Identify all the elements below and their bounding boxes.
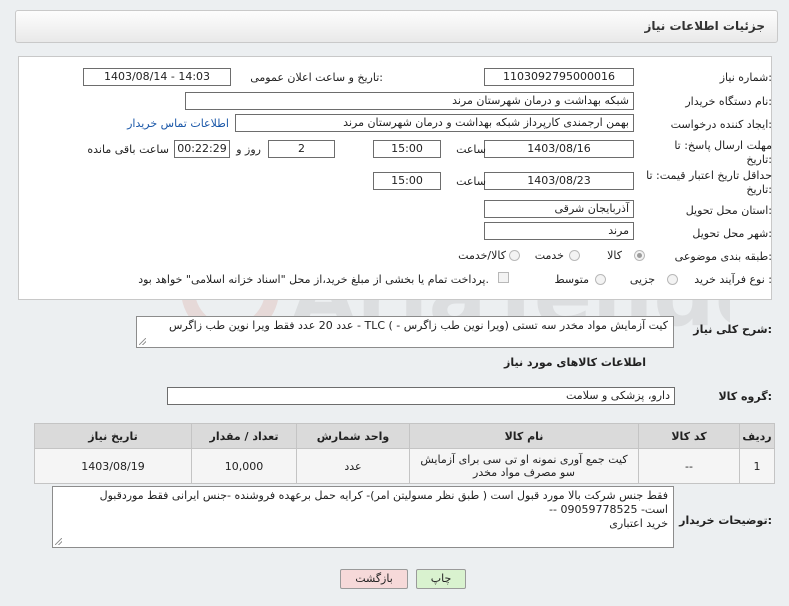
treasury-payment-note: پرداخت تمام یا بخشی از مبلغ خرید،از محل …: [138, 273, 489, 286]
category-radio-goods[interactable]: [634, 250, 645, 261]
cell-row: 1: [739, 448, 775, 484]
deadline-time-field: 15:00: [373, 140, 441, 158]
process-radio-medium[interactable]: [595, 274, 606, 285]
table-row: 1 -- کیت جمع آوری نمونه او تی سی برای آز…: [34, 448, 775, 484]
buyer-notes-textarea[interactable]: فقط جنس شرکت بالا مورد قبول است ( طبق نظ…: [52, 486, 674, 548]
cell-date: 1403/08/19: [34, 448, 192, 484]
requester-label: ایجاد کننده درخواست:: [670, 118, 772, 131]
process-radio-minor[interactable]: [667, 274, 678, 285]
description-text: کیت آزمایش مواد مخدر سه تستی (ویرا نوین …: [168, 319, 668, 332]
back-button[interactable]: بازگشت: [340, 569, 408, 589]
requester-field: بهمن ارجمندی کارپرداز شبکه بهداشت و درما…: [235, 114, 634, 132]
process-label: نوع فرآیند خرید :: [694, 273, 772, 286]
cell-qty: 10,000: [191, 448, 297, 484]
city-field: مرند: [484, 222, 634, 240]
col-code: کد کالا: [638, 423, 740, 449]
goods-section-title: اطلاعات کالاهای مورد نیاز: [504, 356, 646, 369]
goods-group-label: گروه کالا:: [718, 390, 772, 403]
province-field: آذربایجان شرقی: [484, 200, 634, 218]
cell-unit: عدد: [296, 448, 410, 484]
resize-grip-icon[interactable]: [55, 538, 62, 545]
validity-time-label: ساعت: [456, 175, 486, 188]
buyer-notes-line-2: است- 09059778525 --: [549, 503, 668, 516]
deadline-date-field: 1403/08/16: [484, 140, 634, 158]
days-label: روز و: [236, 143, 261, 156]
page-header: جزئیات اطلاعات نیاز: [15, 10, 778, 43]
process-option-minor: جزیی: [629, 273, 655, 286]
need-number-field: 1103092795000016: [484, 68, 634, 86]
buyer-notes-line-3: خرید اعتباری: [609, 517, 668, 530]
print-button[interactable]: چاپ: [416, 569, 466, 589]
process-option-medium: متوسط: [554, 273, 589, 286]
deadline-time-label: ساعت: [456, 143, 486, 156]
buyer-notes-label: توضیحات خریدار:: [679, 514, 772, 527]
city-label: شهر محل تحویل:: [692, 227, 772, 240]
province-label: استان محل تحویل:: [685, 204, 772, 217]
buyer-contact-link[interactable]: اطلاعات تماس خریدار: [127, 117, 229, 130]
cell-name: کیت جمع آوری نمونه او تی سی برای آزمایش …: [409, 448, 639, 484]
col-unit: واحد شمارش: [296, 423, 410, 449]
category-option-service: خدمت: [534, 249, 564, 262]
resize-grip-icon[interactable]: [139, 338, 146, 345]
description-textarea[interactable]: کیت آزمایش مواد مخدر سه تستی (ویرا نوین …: [136, 316, 674, 348]
col-row: ردیف: [739, 423, 775, 449]
col-qty: تعداد / مقدار: [191, 423, 297, 449]
treasury-payment-checkbox[interactable]: [498, 272, 509, 283]
page-title: جزئیات اطلاعات نیاز: [644, 19, 765, 33]
category-radio-service[interactable]: [569, 250, 580, 261]
remaining-time-field: 00:22:29: [174, 140, 230, 158]
category-radio-goods-service[interactable]: [509, 250, 520, 261]
buyer-org-label: نام دستگاه خریدار:: [685, 95, 772, 108]
category-option-goods: کالا: [607, 249, 622, 262]
buyer-notes-line-1: فقط جنس شرکت بالا مورد قبول است ( طبق نظ…: [99, 489, 668, 502]
buyer-org-field: شبکه بهداشت و درمان شهرستان مرند: [185, 92, 634, 110]
col-date: تاریخ نیاز: [34, 423, 192, 449]
announce-field: 1403/08/14 - 14:03: [83, 68, 231, 86]
description-label: شرح کلی نیاز:: [693, 323, 772, 336]
validity-time-field: 15:00: [373, 172, 441, 190]
goods-group-field: دارو، پزشکی و سلامت: [167, 387, 675, 405]
need-number-label: شماره نیاز:: [719, 71, 772, 84]
goods-table-header: ردیف کد کالا نام کالا واحد شمارش تعداد /…: [34, 423, 775, 449]
col-name: نام کالا: [409, 423, 639, 449]
category-label: طبقه بندی موضوعی:: [674, 250, 772, 263]
cell-code: --: [638, 448, 740, 484]
goods-table: ردیف کد کالا نام کالا واحد شمارش تعداد /…: [34, 423, 775, 484]
remaining-label: ساعت باقی مانده: [87, 143, 169, 156]
deadline-label: مهلت ارسال پاسخ: تا تاریخ:: [674, 139, 772, 166]
validity-date-field: 1403/08/23: [484, 172, 634, 190]
validity-label: حداقل تاریخ اعتبار قیمت: تا تاریخ:: [646, 169, 772, 196]
days-field: 2: [268, 140, 335, 158]
category-option-goods-service: کالا/خدمت: [458, 249, 506, 262]
announce-label: تاریخ و ساعت اعلان عمومی:: [250, 71, 383, 84]
